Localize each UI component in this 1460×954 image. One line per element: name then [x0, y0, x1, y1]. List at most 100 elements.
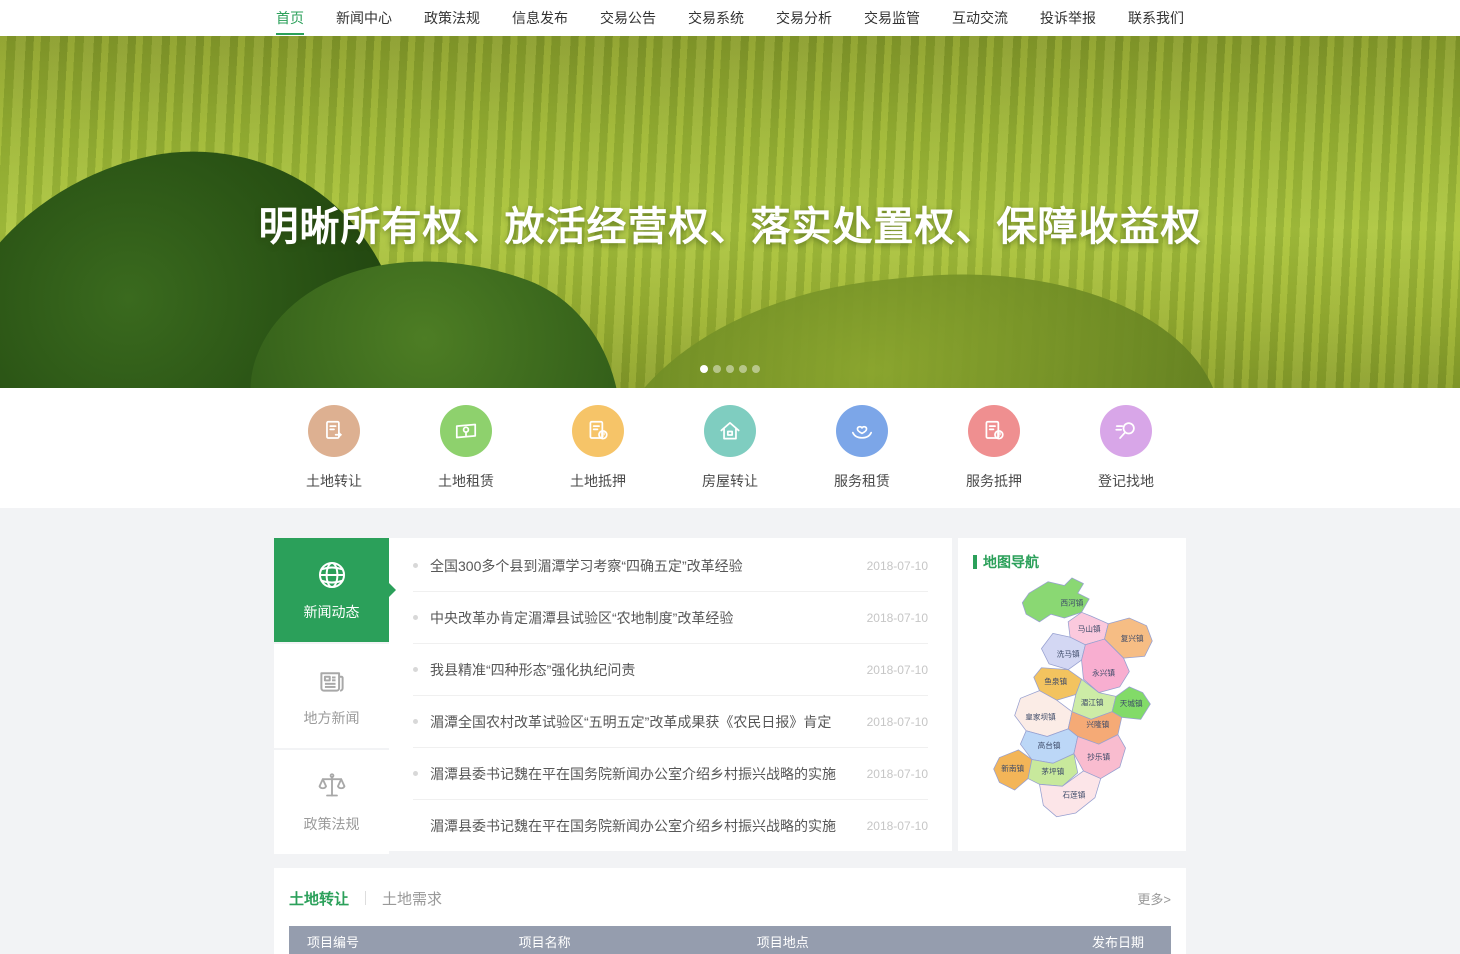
service-label: 登记找地	[1098, 471, 1154, 491]
nav-item-complaint[interactable]: 投诉举报	[1038, 0, 1098, 36]
news-date: 2018-07-10	[867, 715, 928, 729]
top-navigation: 首页 新闻中心 政策法规 信息发布 交易公告 交易系统 交易分析 交易监管 互动…	[0, 0, 1460, 36]
tab-divider	[365, 891, 366, 905]
map-town-label: 天城镇	[1120, 698, 1143, 708]
news-title: 我县精准“四种形态”强化执纪问责	[430, 660, 851, 680]
column-header-project-name: 项目名称	[501, 932, 739, 951]
nav-item-trade-supervision[interactable]: 交易监管	[862, 0, 922, 36]
service-lease[interactable]: 服务租赁	[802, 405, 922, 491]
news-title: 湄潭县委书记魏在平在国务院新闻办公室介绍乡村振兴战略的实施	[430, 764, 851, 784]
scales-icon	[315, 770, 349, 804]
map-town-label: 西河镇	[1061, 598, 1084, 608]
carousel-dot[interactable]	[726, 365, 734, 373]
carousel-dot[interactable]	[713, 365, 721, 373]
service-land-pledge[interactable]: 押 土地抵押	[538, 405, 658, 491]
map-town-label: 马山镇	[1078, 623, 1101, 633]
carousel-dot[interactable]	[752, 365, 760, 373]
hero-slogan: 明晰所有权、放活经营权、落实处置权、保障收益权	[0, 194, 1460, 252]
globe-icon	[315, 558, 349, 592]
service-label: 房屋转让	[702, 471, 758, 491]
news-section: 新闻动态 地方新闻 政策法规 全国300	[274, 538, 1186, 854]
sidebar-item-label: 地方新闻	[304, 708, 360, 728]
tab-land-demand[interactable]: 土地需求	[382, 888, 442, 909]
news-title: 中央改革办肯定湄潭县试验区“农地制度”改革经验	[430, 608, 851, 628]
service-pledge[interactable]: 押 服务抵押	[934, 405, 1054, 491]
service-label: 服务租赁	[834, 471, 890, 491]
map-town-label: 兴隆镇	[1086, 719, 1109, 729]
town-map[interactable]: 西河镇马山镇复兴镇洗马镇永兴镇鱼泉镇湄江镇天城镇皇家坝镇兴隆镇高台镇抄乐镇新南镇…	[973, 576, 1171, 834]
news-item[interactable]: 湄潭县委书记魏在平在国务院新闻办公室介绍乡村振兴战略的实施 2018-07-10	[413, 748, 928, 800]
map-section-title: 地图导航	[983, 552, 1039, 572]
column-header-project-location: 项目地点	[739, 932, 1074, 951]
land-lease-map-pin-icon	[440, 405, 492, 457]
service-lease-hands-heart-icon	[836, 405, 888, 457]
tab-land-transfer[interactable]: 土地转让	[289, 888, 349, 909]
sidebar-item-policy[interactable]: 政策法规	[274, 750, 389, 854]
map-town-label: 石莲镇	[1062, 790, 1085, 800]
bullet-icon	[413, 563, 418, 568]
news-title: 全国300多个县到湄潭学习考察“四确五定”改革经验	[430, 556, 851, 576]
news-date: 2018-07-10	[867, 611, 928, 625]
map-navigation-card: 地图导航 西河镇马山镇复兴镇洗马镇永兴镇鱼泉镇湄江镇天城镇皇家坝镇兴隆镇高台镇抄…	[958, 538, 1186, 851]
service-land-transfer[interactable]: 土地转让	[274, 405, 394, 491]
top-navigation-inner: 首页 新闻中心 政策法规 信息发布 交易公告 交易系统 交易分析 交易监管 互动…	[274, 0, 1186, 36]
map-town-label: 抄乐镇	[1087, 751, 1110, 761]
service-pledge-document-icon: 押	[968, 405, 1020, 457]
news-item[interactable]: 湄潭全国农村改革试验区“五明五定”改革成果获《农民日报》肯定 2018-07-1…	[413, 696, 928, 748]
column-header-publish-date: 发布日期	[1074, 932, 1171, 951]
nav-item-policy[interactable]: 政策法规	[422, 0, 482, 36]
nav-item-home[interactable]: 首页	[274, 0, 306, 36]
house-transfer-icon	[704, 405, 756, 457]
map-town-label: 鱼泉镇	[1044, 676, 1067, 686]
bullet-icon	[413, 771, 418, 776]
nav-item-news-center[interactable]: 新闻中心	[334, 0, 394, 36]
news-sidebar: 新闻动态 地方新闻 政策法规	[274, 538, 389, 854]
nav-item-trade-notice[interactable]: 交易公告	[598, 0, 658, 36]
news-date: 2018-07-10	[867, 819, 928, 833]
land-pledge-document-icon: 押	[572, 405, 624, 457]
more-link[interactable]: 更多>	[1137, 889, 1171, 908]
table-header-row: 项目编号 项目名称 项目地点 发布日期	[289, 926, 1171, 954]
news-title: 湄潭全国农村改革试验区“五明五定”改革成果获《农民日报》肯定	[430, 712, 851, 732]
land-transfer-document-icon	[308, 405, 360, 457]
map-town-label: 茅坪镇	[1041, 766, 1064, 776]
service-find-land[interactable]: 登记找地	[1066, 405, 1186, 491]
map-town-label: 高台镇	[1038, 740, 1061, 750]
map-town-label: 永兴镇	[1092, 667, 1115, 677]
carousel-dot[interactable]	[739, 365, 747, 373]
news-item[interactable]: 我县精准“四种形态”强化执纪问责 2018-07-10	[413, 644, 928, 696]
nav-item-contact[interactable]: 联系我们	[1126, 0, 1186, 36]
service-shortcuts: 土地转让 土地租赁 押 土地抵押	[0, 388, 1460, 508]
sidebar-item-label: 新闻动态	[304, 602, 360, 622]
news-item[interactable]: 全国300多个县到湄潭学习考察“四确五定”改革经验 2018-07-10	[413, 540, 928, 592]
news-date: 2018-07-10	[867, 767, 928, 781]
column-header-project-id: 项目编号	[289, 932, 501, 951]
bullet-icon	[413, 719, 418, 724]
nav-item-info-release[interactable]: 信息发布	[510, 0, 570, 36]
map-town-label: 皇家坝镇	[1025, 711, 1056, 721]
section-accent-bar	[973, 555, 977, 569]
sidebar-item-local-news[interactable]: 地方新闻	[274, 644, 389, 748]
carousel-dot[interactable]	[700, 365, 708, 373]
map-town-label: 洗马镇	[1057, 648, 1080, 658]
svg-text:押: 押	[600, 432, 605, 439]
news-item[interactable]: 中央改革办肯定湄潭县试验区“农地制度”改革经验 2018-07-10	[413, 592, 928, 644]
news-list: 全国300多个县到湄潭学习考察“四确五定”改革经验 2018-07-10 中央改…	[389, 538, 952, 851]
nav-item-trade-analysis[interactable]: 交易分析	[774, 0, 834, 36]
map-town-label: 复兴镇	[1121, 633, 1144, 643]
news-item[interactable]: 湄潭县委书记魏在平在国务院新闻办公室介绍乡村振兴战略的实施 2018-07-10	[413, 800, 928, 851]
service-label: 土地租赁	[438, 471, 494, 491]
sidebar-item-news-dynamics[interactable]: 新闻动态	[274, 538, 389, 642]
nav-item-interaction[interactable]: 互动交流	[950, 0, 1010, 36]
news-date: 2018-07-10	[867, 663, 928, 677]
service-land-lease[interactable]: 土地租赁	[406, 405, 526, 491]
land-transfer-section: 土地转让 土地需求 更多> 项目编号 项目名称 项目地点 发布日期	[274, 868, 1186, 954]
service-label: 土地转让	[306, 471, 362, 491]
news-title: 湄潭县委书记魏在平在国务院新闻办公室介绍乡村振兴战略的实施	[430, 816, 851, 836]
service-label: 服务抵押	[966, 471, 1022, 491]
nav-item-trade-system[interactable]: 交易系统	[686, 0, 746, 36]
service-house-transfer[interactable]: 房屋转让	[670, 405, 790, 491]
newspaper-icon	[315, 664, 349, 698]
hero-banner: 明晰所有权、放活经营权、落实处置权、保障收益权	[0, 36, 1460, 388]
map-town-label: 新南镇	[1001, 763, 1024, 773]
